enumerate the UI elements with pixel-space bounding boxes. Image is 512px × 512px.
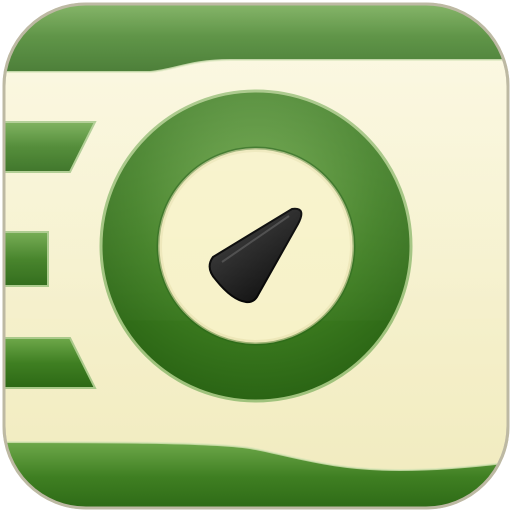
gloss-highlight (4, 4, 508, 321)
app-icon-graphic (2, 2, 510, 510)
app-icon (0, 0, 512, 512)
